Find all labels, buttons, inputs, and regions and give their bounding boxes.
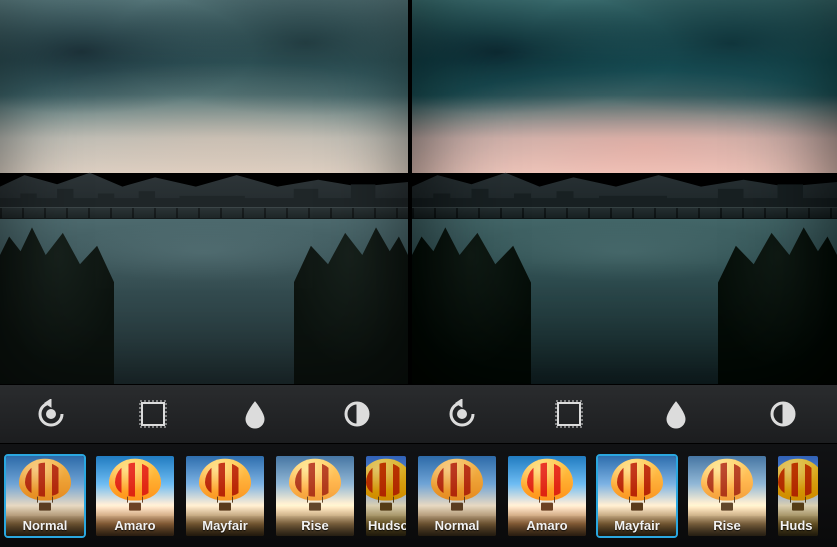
filter-label: Normal	[418, 516, 496, 536]
filter-label: Amaro	[96, 516, 174, 536]
frame-icon	[138, 399, 168, 429]
lux-button[interactable]	[337, 394, 377, 434]
lux-button[interactable]	[763, 394, 803, 434]
tiltshift-button[interactable]	[656, 394, 696, 434]
rotate-icon	[36, 399, 66, 429]
frame-icon	[554, 399, 584, 429]
filter-label: Rise	[688, 516, 766, 536]
preview-row	[0, 0, 837, 384]
rotate-icon	[447, 399, 477, 429]
filter-label: Hudso	[366, 516, 406, 536]
filter-normal[interactable]: Normal	[416, 454, 498, 538]
rotate-button[interactable]	[31, 394, 71, 434]
droplet-icon	[661, 399, 691, 429]
toolbar-left	[0, 385, 408, 443]
filter-label: Normal	[6, 516, 84, 536]
contrast-icon	[342, 399, 372, 429]
filter-rise[interactable]: Rise	[686, 454, 768, 538]
balloon-icon	[13, 458, 77, 516]
border-button[interactable]	[549, 394, 589, 434]
tiltshift-button[interactable]	[235, 394, 275, 434]
filter-rise[interactable]: Rise	[274, 454, 356, 538]
preview-image	[0, 0, 408, 384]
filter-label: Mayfair	[598, 516, 676, 536]
filter-hudson[interactable]: Huds	[776, 454, 820, 538]
filter-strip[interactable]: Normal Amaro Mayfair Rise Hudso Normal Amaro Ma…	[0, 444, 837, 547]
preview-image	[412, 0, 837, 384]
balloon-icon	[364, 458, 408, 516]
balloon-icon	[425, 458, 489, 516]
filter-label: Amaro	[508, 516, 586, 536]
filter-label: Rise	[276, 516, 354, 536]
droplet-icon	[240, 399, 270, 429]
balloon-icon	[605, 458, 669, 516]
balloon-icon	[103, 458, 167, 516]
balloon-icon	[283, 458, 347, 516]
preview-right[interactable]	[412, 0, 837, 384]
toolbar-right	[408, 385, 837, 443]
filter-label: Mayfair	[186, 516, 264, 536]
filter-mayfair[interactable]: Mayfair	[596, 454, 678, 538]
balloon-icon	[695, 458, 759, 516]
border-button[interactable]	[133, 394, 173, 434]
preview-left[interactable]	[0, 0, 408, 384]
filter-hudson[interactable]: Hudso	[364, 454, 408, 538]
filter-mayfair[interactable]: Mayfair	[184, 454, 266, 538]
balloon-icon	[193, 458, 257, 516]
filter-label: Huds	[778, 516, 818, 536]
rotate-button[interactable]	[442, 394, 482, 434]
balloon-icon	[776, 458, 820, 516]
filter-amaro[interactable]: Amaro	[506, 454, 588, 538]
filter-amaro[interactable]: Amaro	[94, 454, 176, 538]
filter-normal[interactable]: Normal	[4, 454, 86, 538]
balloon-icon	[515, 458, 579, 516]
contrast-icon	[768, 399, 798, 429]
toolbars	[0, 384, 837, 444]
